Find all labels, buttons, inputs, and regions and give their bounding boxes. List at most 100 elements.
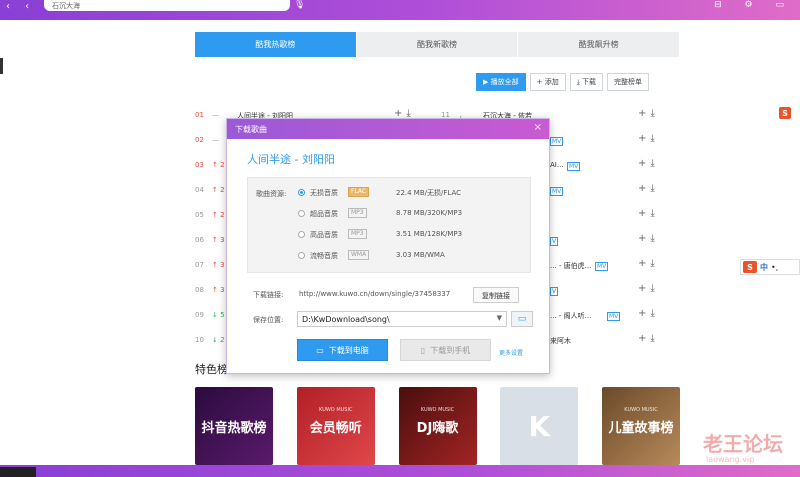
song-title-2[interactable]: ... - 阁人听... bbox=[550, 311, 591, 321]
quality-name: 高品音质 bbox=[310, 231, 338, 239]
quality-label: 歌曲资源: bbox=[256, 190, 287, 198]
tab-hot[interactable]: 酷我热歌榜 bbox=[195, 32, 357, 57]
row-action-icons-2[interactable]: +⤓ bbox=[638, 133, 659, 144]
watermark: 老王论坛 bbox=[703, 432, 783, 456]
quality-options: 歌曲资源: 无损音质 FLAC 22.4 MB/无损/FLAC 超品音质 MP3… bbox=[247, 177, 531, 273]
save-path-select[interactable]: D:\KwDownload\song\ ▼ bbox=[297, 311, 507, 327]
mv-badge[interactable]: MV bbox=[595, 262, 609, 271]
cover-brand: KUWO MUSIC bbox=[319, 407, 353, 413]
rank-trend: ↓ 5 bbox=[212, 311, 225, 319]
rank-number: 01 bbox=[195, 111, 204, 119]
save-path-row: 保存位置: D:\KwDownload\song\ ▼ ▭ bbox=[253, 311, 533, 329]
quality-option-lossless[interactable]: 无损音质 FLAC 22.4 MB/无损/FLAC bbox=[298, 186, 528, 204]
quality-name: 超品音质 bbox=[310, 210, 338, 218]
nav-arrows[interactable]: ‹ ‹ bbox=[6, 1, 35, 12]
quality-option-smooth[interactable]: 流畅音质 WMA 3.03 MB/WMA bbox=[298, 249, 528, 267]
song-title-2[interactable]: ... - 唐伯虎... bbox=[550, 261, 591, 271]
quality-info: 8.78 MB/320K/MP3 bbox=[396, 209, 463, 217]
folder-icon[interactable]: ▭ bbox=[511, 311, 533, 327]
quality-option-high[interactable]: 高品音质 MP3 3.51 MB/128K/MP3 bbox=[298, 228, 528, 246]
ime-toolbar[interactable]: S 中 •, bbox=[740, 259, 800, 275]
rank-number: 09 bbox=[195, 311, 204, 319]
rank-trend: ↑ 2 bbox=[212, 186, 225, 194]
mv-badge[interactable]: MV bbox=[550, 187, 564, 196]
rank-number: 03 bbox=[195, 161, 204, 169]
computer-icon: ▭ bbox=[316, 345, 324, 355]
phone-icon: ▯ bbox=[420, 345, 426, 355]
radio-icon[interactable] bbox=[298, 252, 305, 259]
ime-badge-icon[interactable]: S bbox=[779, 107, 791, 119]
row-action-icons-2[interactable]: +⤓ bbox=[638, 208, 659, 219]
ime-punct-icon[interactable]: •, bbox=[771, 263, 778, 272]
mv-badge[interactable]: V bbox=[550, 287, 559, 296]
mv-badge[interactable]: MV bbox=[607, 312, 621, 321]
microphone-icon[interactable]: 🎙 bbox=[294, 0, 305, 10]
rank-trend: ↑ 2 bbox=[212, 211, 225, 219]
left-strip bbox=[0, 20, 4, 465]
row-action-icons-2[interactable]: +⤓ bbox=[638, 283, 659, 294]
song-title-2[interactable]: AI... bbox=[550, 161, 564, 169]
download-to-pc-button[interactable]: ▭ 下载到电脑 bbox=[297, 339, 388, 361]
dialog-song-title: 人间半途 - 刘阳阳 bbox=[247, 153, 335, 166]
rank-trend: ↓ 2 bbox=[212, 336, 225, 344]
row-action-icons-2[interactable]: +⤓ bbox=[638, 333, 659, 344]
album-thumb[interactable] bbox=[0, 467, 36, 477]
mv-badge[interactable]: V bbox=[550, 237, 559, 246]
row-action-icons-2[interactable]: +⤓ bbox=[638, 108, 659, 119]
row-action-icons-2[interactable]: +⤓ bbox=[638, 183, 659, 194]
rank-trend: ↑ 3 bbox=[212, 286, 225, 294]
row-action-icons-2[interactable]: +⤓ bbox=[638, 158, 659, 169]
tab-rising[interactable]: 酷我飙升榜 bbox=[518, 32, 681, 57]
chevron-down-icon[interactable]: ▼ bbox=[497, 314, 502, 322]
radio-icon[interactable] bbox=[298, 210, 305, 217]
radio-icon[interactable] bbox=[298, 189, 305, 196]
cover-kids[interactable]: KUWO MUSIC 儿童故事榜 bbox=[602, 387, 680, 465]
cover-douyin[interactable]: 抖音热歌榜 bbox=[195, 387, 273, 465]
rank-number: 05 bbox=[195, 211, 204, 219]
format-tag: MP3 bbox=[348, 229, 367, 239]
quality-name: 无损音质 bbox=[310, 189, 338, 197]
play-icon: ▶ bbox=[483, 78, 491, 86]
radio-icon[interactable] bbox=[298, 231, 305, 238]
download-dialog: 下载歌曲 × 人间半途 - 刘阳阳 歌曲资源: 无损音质 FLAC 22.4 M… bbox=[226, 118, 550, 374]
play-all-button[interactable]: ▶ 播放全部 bbox=[476, 73, 526, 91]
cover-brand: KUWO MUSIC bbox=[420, 407, 455, 413]
quality-info: 3.51 MB/128K/MP3 bbox=[396, 230, 463, 238]
add-button[interactable]: + 添加 bbox=[529, 73, 566, 91]
rank-number: 07 bbox=[195, 261, 204, 269]
row-action-icons-2[interactable]: +⤓ bbox=[638, 233, 659, 244]
ime-mode[interactable]: 中 bbox=[760, 262, 768, 273]
cover-vip[interactable]: KUWO MUSIC 会员畅听 bbox=[296, 387, 375, 465]
download-pc-label: 下载到电脑 bbox=[328, 345, 369, 355]
download-button[interactable]: ⤓ 下载 bbox=[569, 73, 604, 91]
mv-badge[interactable]: MV bbox=[550, 137, 564, 146]
add-label: 添加 bbox=[544, 78, 559, 86]
cover-label: 儿童故事榜 bbox=[608, 420, 674, 436]
special-charts: 抖音热歌榜 KUWO MUSIC 会员畅听 KUWO MUSIC DJ嗨歌 K KU… bbox=[195, 387, 680, 465]
cover-dj[interactable]: KUWO MUSIC DJ嗨歌 bbox=[398, 387, 477, 465]
copy-link-button[interactable]: 复制链接 bbox=[473, 287, 519, 303]
link-url[interactable]: http://www.kuwo.cn/down/single/37458337 bbox=[299, 290, 450, 298]
chart-tabs: 酷我热歌榜 酷我新歌榜 酷我飙升榜 bbox=[195, 32, 681, 57]
download-link-row: 下载链接: http://www.kuwo.cn/down/single/374… bbox=[253, 287, 533, 305]
row-action-icons-2[interactable]: +⤓ bbox=[638, 258, 659, 269]
row-action-icons-2[interactable]: +⤓ bbox=[638, 308, 659, 319]
window-controls[interactable]: ⊟ ⚙ ▭ bbox=[714, 0, 794, 10]
dialog-title: 下载歌曲 bbox=[235, 125, 267, 134]
download-to-phone-button[interactable]: ▯ 下载到手机 bbox=[400, 339, 491, 361]
quality-option-super[interactable]: 超品音质 MP3 8.78 MB/320K/MP3 bbox=[298, 207, 528, 225]
quality-info: 22.4 MB/无损/FLAC bbox=[396, 189, 462, 197]
cover-placeholder[interactable]: K bbox=[500, 387, 579, 465]
search-input[interactable]: 石沉大海 bbox=[44, 0, 290, 11]
more-settings-link[interactable]: 更多设置 bbox=[499, 348, 523, 357]
close-icon[interactable]: × bbox=[534, 122, 542, 133]
song-title-2[interactable]: 来阿木 bbox=[550, 336, 571, 346]
rank-trend: ↑ 3 bbox=[212, 236, 225, 244]
left-edge-marker bbox=[0, 58, 3, 74]
plus-icon: + bbox=[536, 78, 545, 86]
save-path-value: D:\KwDownload\song\ bbox=[302, 315, 390, 324]
full-list-button[interactable]: 完整榜单 bbox=[607, 73, 650, 91]
tab-new[interactable]: 酷我新歌榜 bbox=[356, 32, 519, 57]
download-phone-label: 下载到手机 bbox=[430, 345, 471, 355]
mv-badge[interactable]: MV bbox=[567, 162, 581, 171]
